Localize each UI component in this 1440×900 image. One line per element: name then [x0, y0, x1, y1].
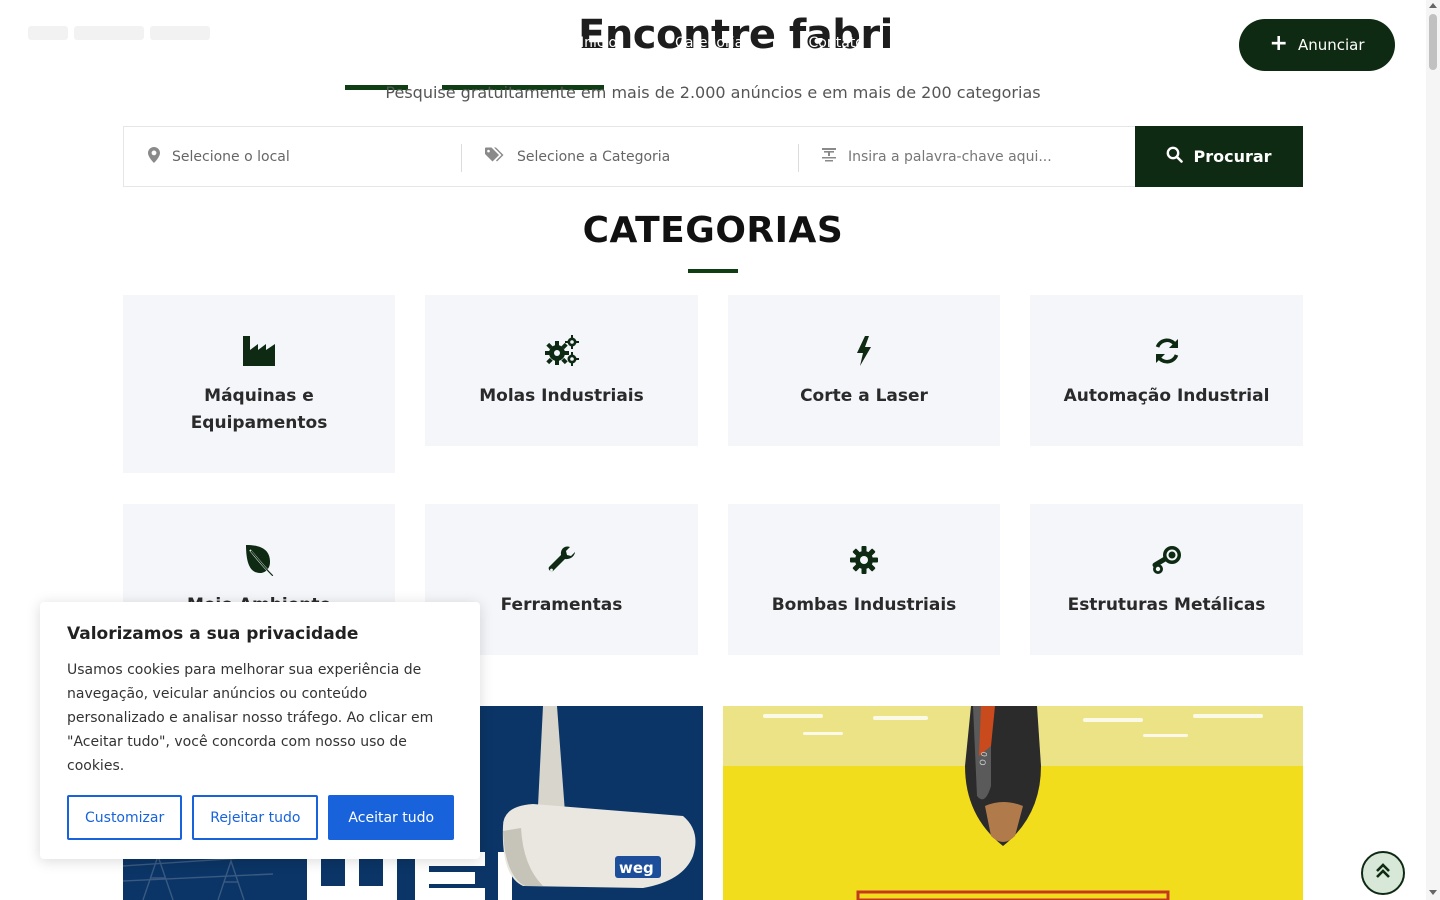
categories-title-underline — [688, 269, 738, 273]
steam-icon — [1149, 542, 1185, 578]
category-label: Corte a Laser — [800, 386, 928, 406]
category-label: Molas Industriais — [479, 386, 644, 406]
anunciar-label: Anunciar — [1297, 36, 1365, 54]
page-scrollbar[interactable] — [1426, 0, 1440, 900]
category-label: Bombas Industriais — [771, 595, 957, 615]
cookie-title: Valorizamos a sua privacidade — [67, 624, 359, 644]
category-label: Estruturas Metálicas — [1067, 595, 1266, 615]
map-pin-icon — [148, 146, 160, 167]
category-card-maquinas[interactable]: Máquinas e Equipamentos — [123, 295, 395, 473]
search-bar: Selecione o local Selecione a Categoria … — [123, 126, 1303, 187]
double-chevron-up-icon — [1376, 863, 1390, 883]
cookie-consent-popup: Valorizamos a sua privacidade Usamos coo… — [40, 602, 480, 859]
search-button-label: Procurar — [1193, 147, 1272, 166]
hero-subtitle: Pesquise gratuitamente em mais de 2.000 … — [385, 83, 1041, 102]
nav-item-categorias[interactable]: Categorias — [675, 35, 750, 51]
category-card-bombas[interactable]: Bombas Industriais — [728, 504, 1000, 655]
banner-tool[interactable]: O 0 — [723, 706, 1303, 900]
tags-icon — [485, 147, 505, 167]
nav-item-contato[interactable]: Contato — [808, 35, 863, 51]
cookie-text: Usamos cookies para melhorar sua experiê… — [67, 662, 434, 774]
bolt-icon — [846, 333, 882, 369]
category-select[interactable]: Selecione a Categoria — [461, 127, 798, 186]
reject-all-button[interactable]: Rejeitar tudo — [192, 795, 319, 840]
search-icon — [1166, 146, 1184, 167]
leaf-icon — [241, 542, 277, 578]
location-select-label: Selecione o local — [172, 148, 290, 165]
nav-item-inicio[interactable]: Início — [580, 35, 617, 51]
customize-button[interactable]: Customizar — [67, 795, 183, 840]
text-format-icon — [822, 147, 836, 166]
wrench-icon — [544, 542, 580, 578]
scrollbar-thumb[interactable] — [1429, 14, 1437, 70]
scroll-up-arrow-icon[interactable] — [1429, 3, 1437, 8]
site-logo[interactable] — [28, 22, 228, 62]
category-card-corte-laser[interactable]: Corte a Laser — [728, 295, 1000, 446]
anunciar-button[interactable]: + Anunciar — [1239, 19, 1395, 71]
back-to-top-button[interactable] — [1361, 851, 1405, 895]
main-nav: Início Categorias Contato — [580, 35, 864, 51]
factory-icon — [241, 333, 277, 369]
search-button[interactable]: Procurar — [1135, 126, 1303, 187]
keyword-input[interactable] — [848, 148, 1088, 165]
categories-title: CATEGORIAS — [582, 210, 844, 251]
scroll-down-arrow-icon[interactable] — [1429, 890, 1437, 895]
refresh-icon — [1149, 333, 1185, 369]
drill-bit-illustration: O 0 — [723, 706, 1303, 900]
gear-icon — [846, 542, 882, 578]
location-select[interactable]: Selecione o local — [124, 127, 461, 186]
category-label: Máquinas e Equipamentos — [190, 386, 328, 433]
category-label: Ferramentas — [500, 595, 623, 615]
category-label: Automação Industrial — [1063, 386, 1270, 406]
cookie-buttons: Customizar Rejeitar tudo Aceitar tudo — [67, 795, 455, 840]
plus-icon: + — [1269, 31, 1288, 56]
accept-all-button[interactable]: Aceitar tudo — [328, 795, 455, 840]
keyword-field — [798, 127, 1135, 186]
category-card-automacao[interactable]: Automação Industrial — [1030, 295, 1303, 446]
weg-brand-text: weg — [619, 859, 654, 877]
category-card-molas[interactable]: Molas Industriais — [425, 295, 698, 446]
category-card-estruturas[interactable]: Estruturas Metálicas — [1030, 504, 1303, 655]
category-select-label: Selecione a Categoria — [517, 148, 671, 165]
cogs-icon — [544, 333, 580, 369]
